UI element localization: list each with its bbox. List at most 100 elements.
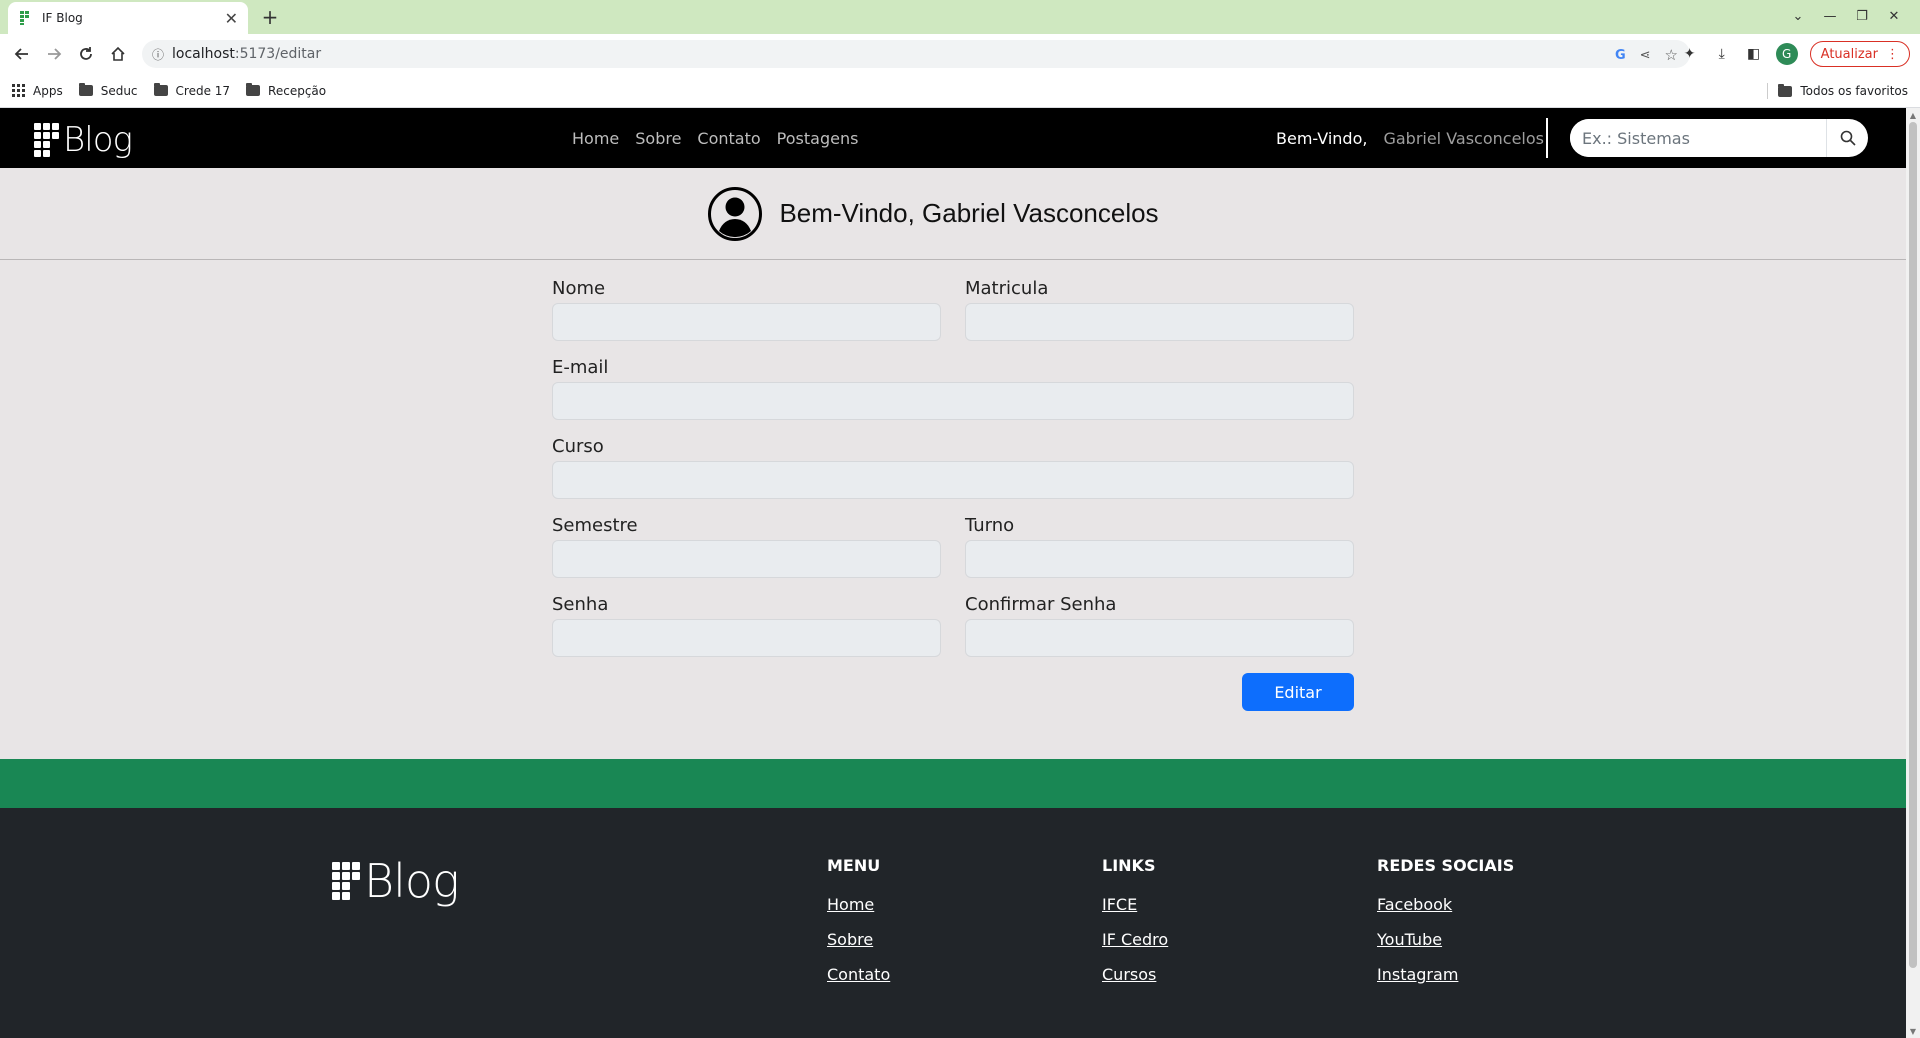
- nav-contato[interactable]: Contato: [697, 129, 760, 148]
- scroll-down-icon[interactable]: ▼: [1906, 1024, 1920, 1038]
- confirmar-senha-field-group: Confirmar Senha: [965, 594, 1354, 657]
- user-name-link[interactable]: Gabriel Vasconcelos: [1383, 129, 1544, 148]
- back-icon[interactable]: [10, 43, 34, 65]
- site-navbar: Blog Home Sobre Contato Postagens Bem-Vi…: [0, 108, 1906, 168]
- nav-postagens[interactable]: Postagens: [777, 129, 859, 148]
- footer-link-facebook[interactable]: Facebook: [1377, 895, 1514, 914]
- bookmark-crede17[interactable]: Crede 17: [153, 83, 231, 98]
- bookmark-label: Recepção: [268, 83, 327, 98]
- address-bar[interactable]: ⓘ localhost:5173/editar G ⋖ ☆: [142, 40, 1690, 68]
- footer-social-column: REDES SOCIAIS Facebook YouTube Instagram: [1377, 856, 1514, 1000]
- if-logo-icon: [332, 862, 360, 900]
- curso-input[interactable]: [552, 461, 1354, 499]
- footer-link-contato[interactable]: Contato: [827, 965, 890, 984]
- footer-links-column: LINKS IFCE IF Cedro Cursos: [1102, 856, 1168, 1000]
- restore-icon[interactable]: ❐: [1846, 4, 1878, 28]
- site-footer: Blog MENU Home Sobre Contato LINKS IFCE …: [0, 808, 1906, 1038]
- site-logo[interactable]: Blog: [34, 120, 133, 160]
- reload-icon[interactable]: [74, 43, 98, 65]
- nav-divider: [1546, 118, 1548, 158]
- email-label: E-mail: [552, 357, 609, 378]
- email-input[interactable]: [552, 382, 1354, 420]
- profile-avatar[interactable]: G: [1775, 43, 1798, 65]
- browser-tab-bar: IF Blog ✕ + ⌄ — ❐ ✕: [0, 0, 1920, 34]
- turno-field-group: Turno: [965, 515, 1354, 578]
- footer-link-home[interactable]: Home: [827, 895, 890, 914]
- all-bookmarks[interactable]: Todos os favoritos: [1767, 74, 1908, 108]
- greeting-text: Bem-Vindo,: [1276, 128, 1368, 148]
- minimize-icon[interactable]: —: [1814, 4, 1846, 28]
- close-tab-icon[interactable]: ✕: [225, 9, 238, 28]
- bookmark-seduc[interactable]: Seduc: [78, 83, 138, 98]
- bookmark-recepcao[interactable]: Recepção: [246, 83, 327, 98]
- matricula-field-group: Matricula: [965, 278, 1354, 341]
- menu-dots-icon: ⋮: [1886, 46, 1899, 62]
- turno-input[interactable]: [965, 540, 1354, 578]
- editar-button[interactable]: Editar: [1242, 673, 1354, 711]
- welcome-header: Bem-Vindo, Gabriel Vasconcelos: [0, 168, 1906, 260]
- url-text: localhost:5173/editar: [172, 46, 321, 62]
- nome-label: Nome: [552, 278, 606, 299]
- url-path: :5173/editar: [234, 46, 322, 62]
- update-label: Atualizar: [1820, 46, 1878, 62]
- curso-field-group: Curso: [552, 436, 1354, 499]
- email-field-group: E-mail: [552, 357, 1354, 420]
- footer-link-ifce[interactable]: IFCE: [1102, 895, 1168, 914]
- footer-logo-text: Blog: [364, 854, 460, 908]
- page-scrollbar[interactable]: ▲ ▼: [1906, 108, 1920, 1038]
- bookmarks-divider: [1767, 83, 1769, 99]
- close-window-icon[interactable]: ✕: [1878, 4, 1910, 28]
- matricula-label: Matricula: [965, 278, 1049, 299]
- bookmark-label: Seduc: [100, 83, 138, 98]
- logo-text: Blog: [63, 120, 133, 160]
- footer-logo[interactable]: Blog: [332, 854, 460, 908]
- new-tab-button[interactable]: +: [258, 5, 282, 29]
- confirmar-senha-label: Confirmar Senha: [965, 594, 1117, 615]
- footer-link-cursos[interactable]: Cursos: [1102, 965, 1168, 984]
- confirmar-senha-input[interactable]: [965, 619, 1354, 657]
- folder-icon: [153, 83, 168, 96]
- matricula-input[interactable]: [965, 303, 1354, 341]
- side-panel-icon[interactable]: ◧: [1744, 44, 1764, 64]
- scroll-up-icon[interactable]: ▲: [1906, 108, 1920, 122]
- bookmark-apps[interactable]: Apps: [12, 84, 63, 98]
- extensions-icon[interactable]: ✦: [1680, 44, 1700, 64]
- google-icon[interactable]: G: [1615, 48, 1626, 63]
- bookmark-label: Crede 17: [175, 83, 231, 98]
- all-bookmarks-label: Todos os favoritos: [1800, 84, 1908, 98]
- nome-input[interactable]: [552, 303, 941, 341]
- nome-field-group: Nome: [552, 278, 941, 341]
- share-icon[interactable]: ⋖: [1640, 48, 1651, 63]
- site-search: [1570, 119, 1868, 157]
- semestre-field-group: Semestre: [552, 515, 941, 578]
- nav-home[interactable]: Home: [572, 129, 619, 148]
- scrollbar-thumb[interactable]: [1909, 122, 1917, 968]
- bookmark-star-icon[interactable]: ☆: [1665, 46, 1678, 64]
- page-viewport: Blog Home Sobre Contato Postagens Bem-Vi…: [0, 108, 1906, 1038]
- turno-label: Turno: [965, 515, 1015, 536]
- tab-search-icon[interactable]: ⌄: [1782, 4, 1814, 28]
- footer-link-sobre[interactable]: Sobre: [827, 930, 890, 949]
- semestre-input[interactable]: [552, 540, 941, 578]
- folder-icon: [78, 83, 93, 96]
- site-info-icon[interactable]: ⓘ: [152, 46, 164, 63]
- search-button[interactable]: [1826, 119, 1868, 157]
- home-icon[interactable]: [106, 43, 130, 65]
- footer-link-if-cedro[interactable]: IF Cedro: [1102, 930, 1168, 949]
- update-button[interactable]: Atualizar ⋮: [1809, 41, 1910, 67]
- forward-icon[interactable]: [42, 43, 66, 65]
- nav-sobre[interactable]: Sobre: [635, 129, 681, 148]
- footer-link-instagram[interactable]: Instagram: [1377, 965, 1514, 984]
- download-icon[interactable]: ⤓: [1712, 44, 1732, 64]
- search-input[interactable]: [1570, 119, 1826, 157]
- curso-label: Curso: [552, 436, 604, 457]
- footer-accent-band: [0, 759, 1906, 808]
- url-host: localhost: [172, 46, 235, 62]
- main-nav: Home Sobre Contato Postagens: [572, 108, 858, 168]
- search-icon: [1840, 130, 1856, 146]
- semestre-label: Semestre: [552, 515, 638, 536]
- bookmarks-bar: Apps Seduc Crede 17 Recepção Todos os fa…: [0, 74, 1920, 108]
- footer-link-youtube[interactable]: YouTube: [1377, 930, 1514, 949]
- senha-input[interactable]: [552, 619, 941, 657]
- browser-tab[interactable]: IF Blog ✕: [8, 2, 248, 34]
